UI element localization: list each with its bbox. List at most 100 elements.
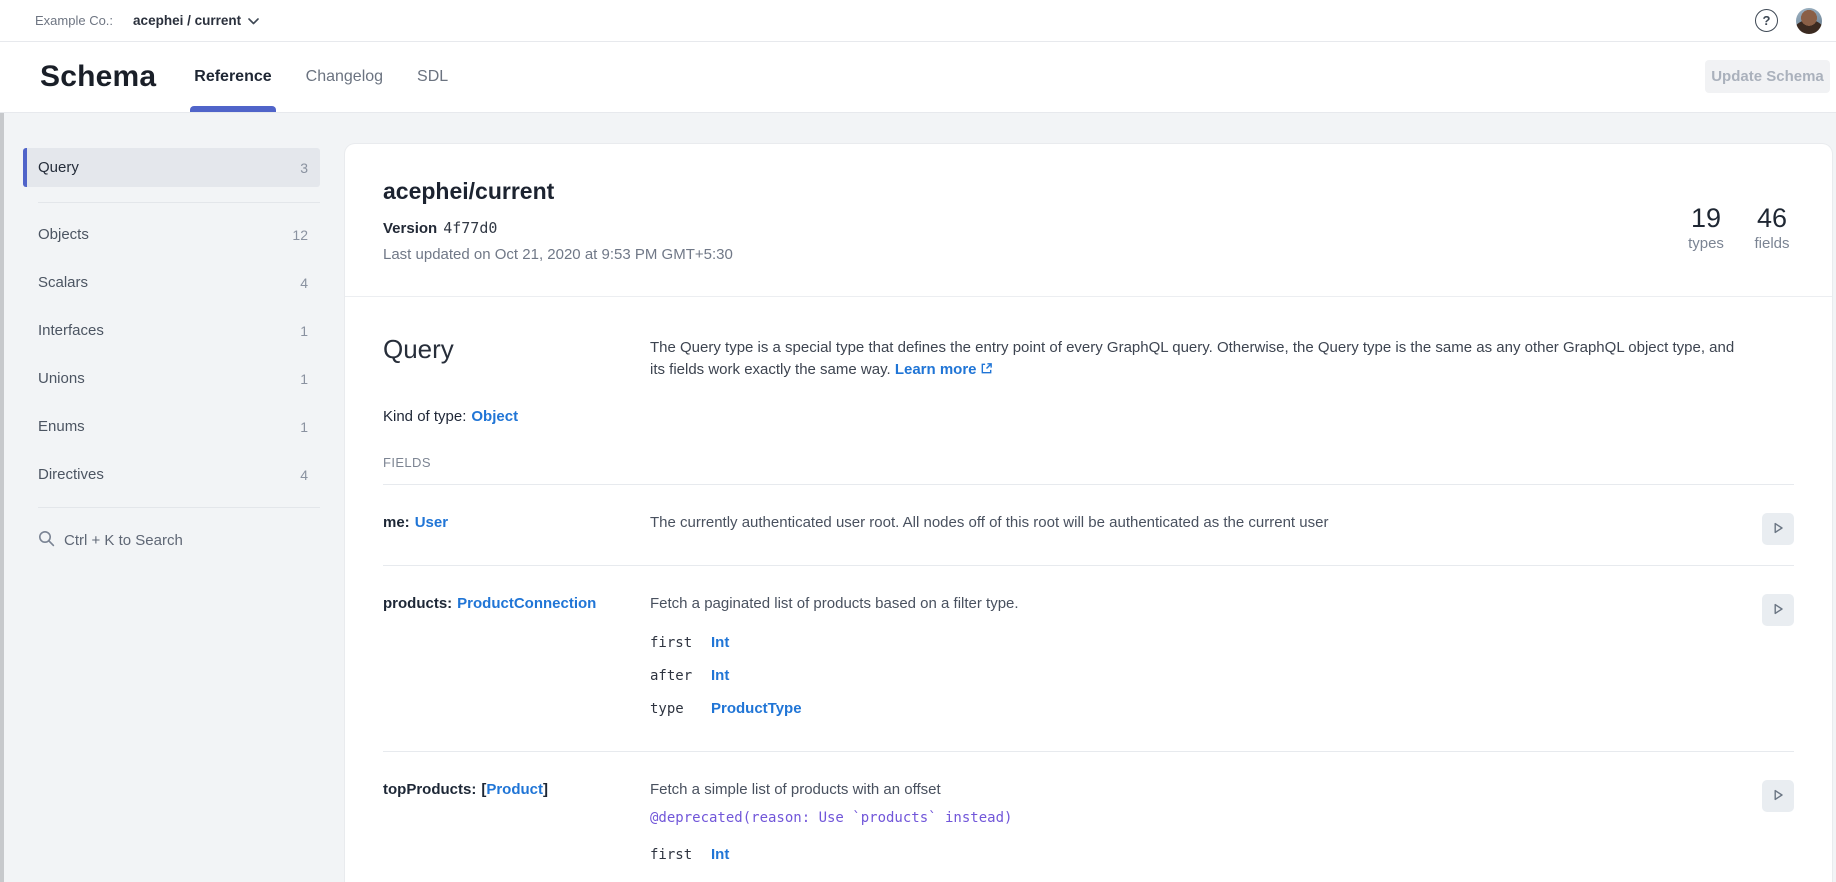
arg-type-link[interactable]: Int xyxy=(711,667,729,684)
stat-fields: 46 fields xyxy=(1750,203,1794,265)
sidebar-item-label: Interfaces xyxy=(38,322,104,339)
field-row-topproducts: topProducts:[Product] Fetch a simple lis… xyxy=(383,752,1794,882)
search-hint: Ctrl + K to Search xyxy=(64,532,183,549)
sidebar-divider xyxy=(38,202,320,203)
arg-row: after Int xyxy=(650,659,1738,692)
kind-value-link[interactable]: Object xyxy=(471,408,518,425)
schema-stats: 19 types 46 fields xyxy=(1684,203,1794,265)
arg-row: first Int xyxy=(650,838,1738,871)
field-description: The currently authenticated user root. A… xyxy=(650,513,1738,533)
version-label: Version xyxy=(383,220,437,237)
org-label: Example Co.: xyxy=(35,13,113,28)
arg-type-link[interactable]: ProductType xyxy=(711,700,802,717)
field-description: Fetch a simple list of products with an … xyxy=(650,780,1738,800)
scrollbar[interactable] xyxy=(0,113,4,882)
field-args: first Int after Int type ProductType xyxy=(650,626,1738,725)
field-args: first Int xyxy=(650,838,1738,871)
type-section: Query The Query type is a special type t… xyxy=(383,297,1794,882)
field-row-products: products:ProductConnection Fetch a pagin… xyxy=(383,566,1794,752)
card-header: acephei/current Version 4f77d0 Last updat… xyxy=(383,144,1794,265)
sidebar-item-count: 1 xyxy=(300,371,308,387)
field-type-link[interactable]: User xyxy=(415,513,448,563)
field-description: Fetch a paginated list of products based… xyxy=(650,594,1738,614)
sidebar-item-count: 3 xyxy=(300,160,308,176)
update-schema-button[interactable]: Update Schema xyxy=(1705,60,1830,93)
content-area: Query 3 Objects 12 Scalars 4 Interfaces … xyxy=(0,113,1836,882)
stat-value: 19 xyxy=(1684,203,1728,233)
sidebar-item-directives[interactable]: Directives 4 xyxy=(23,455,320,494)
sidebar-divider xyxy=(38,507,320,508)
arg-name: type xyxy=(650,701,711,717)
version-line: Version 4f77d0 xyxy=(383,218,733,239)
stat-value: 46 xyxy=(1750,203,1794,233)
sidebar-item-count: 1 xyxy=(300,323,308,339)
sidebar-item-label: Unions xyxy=(38,370,85,387)
tab-sdl[interactable]: SDL xyxy=(413,42,452,112)
graph-selector[interactable]: acephei / current xyxy=(133,12,259,30)
arg-row: first Int xyxy=(650,626,1738,659)
stat-label: fields xyxy=(1750,235,1794,252)
last-updated: Last updated on Oct 21, 2020 at 9:53 PM … xyxy=(383,245,733,265)
sidebar-item-label: Query xyxy=(38,159,79,176)
help-icon[interactable]: ? xyxy=(1755,9,1778,32)
version-value: 4f77d0 xyxy=(443,219,497,237)
arg-name: after xyxy=(650,668,711,684)
type-description: The Query type is a special type that de… xyxy=(650,337,1750,382)
sidebar-item-unions[interactable]: Unions 1 xyxy=(23,359,320,398)
kind-of-type: Kind of type: Object xyxy=(383,408,1794,425)
sidebar-item-objects[interactable]: Objects 12 xyxy=(23,215,320,254)
arg-name: first xyxy=(650,635,711,651)
sidebar-item-label: Scalars xyxy=(38,274,88,291)
sidebar-item-label: Directives xyxy=(38,466,104,483)
page-header: Schema Reference Changelog SDL Update Sc… xyxy=(0,42,1836,113)
top-bar: Example Co.: acephei / current ? xyxy=(0,0,1836,42)
play-icon xyxy=(1771,602,1785,619)
sidebar-item-count: 1 xyxy=(300,419,308,435)
field-label: products: xyxy=(383,594,452,751)
fields-label: FIELDS xyxy=(383,455,1794,470)
kind-label: Kind of type: xyxy=(383,408,466,425)
run-in-explorer-button[interactable] xyxy=(1762,780,1794,812)
sidebar-item-count: 4 xyxy=(300,275,308,291)
type-name: Query xyxy=(383,333,650,365)
tab-changelog[interactable]: Changelog xyxy=(302,42,387,112)
sidebar-item-scalars[interactable]: Scalars 4 xyxy=(23,263,320,302)
learn-more-link[interactable]: Learn more xyxy=(895,361,977,378)
graph-selector-label: acephei / current xyxy=(133,13,241,28)
field-type-link[interactable]: ProductConnection xyxy=(457,594,596,751)
sidebar: Query 3 Objects 12 Scalars 4 Interfaces … xyxy=(23,148,320,558)
sidebar-item-query[interactable]: Query 3 xyxy=(23,148,320,187)
graph-title: acephei/current xyxy=(383,177,733,206)
sidebar-item-interfaces[interactable]: Interfaces 1 xyxy=(23,311,320,350)
fields-list: me:User The currently authenticated user… xyxy=(383,484,1794,882)
sidebar-item-count: 4 xyxy=(300,467,308,483)
search-input[interactable]: Ctrl + K to Search xyxy=(23,522,320,558)
field-label: topProducts: xyxy=(383,780,476,882)
arg-type-link[interactable]: Int xyxy=(711,846,729,863)
external-link-icon xyxy=(980,360,993,382)
tab-reference[interactable]: Reference xyxy=(190,42,275,112)
stat-types: 19 types xyxy=(1684,203,1728,265)
play-icon xyxy=(1771,521,1785,538)
arg-row: type ProductType xyxy=(650,692,1738,725)
field-type-link[interactable]: Product xyxy=(486,780,543,882)
run-in-explorer-button[interactable] xyxy=(1762,594,1794,626)
tabs: Reference Changelog SDL xyxy=(190,42,452,112)
run-in-explorer-button[interactable] xyxy=(1762,513,1794,545)
sidebar-item-label: Objects xyxy=(38,226,89,243)
topbar-right: ? xyxy=(1755,8,1822,34)
stat-label: types xyxy=(1684,235,1728,252)
sidebar-item-label: Enums xyxy=(38,418,85,435)
chevron-down-icon xyxy=(248,12,259,30)
deprecated-annotation: @deprecated(reason: Use `products` inste… xyxy=(650,808,1738,828)
search-icon xyxy=(38,530,55,551)
page-title: Schema xyxy=(40,60,156,94)
sidebar-item-enums[interactable]: Enums 1 xyxy=(23,407,320,446)
field-label: me: xyxy=(383,513,410,563)
user-avatar[interactable] xyxy=(1796,8,1822,34)
arg-type-link[interactable]: Int xyxy=(711,634,729,651)
field-row-me: me:User The currently authenticated user… xyxy=(383,485,1794,566)
arg-name: first xyxy=(650,847,711,863)
schema-card: acephei/current Version 4f77d0 Last updat… xyxy=(345,144,1832,882)
sidebar-item-count: 12 xyxy=(292,227,308,243)
